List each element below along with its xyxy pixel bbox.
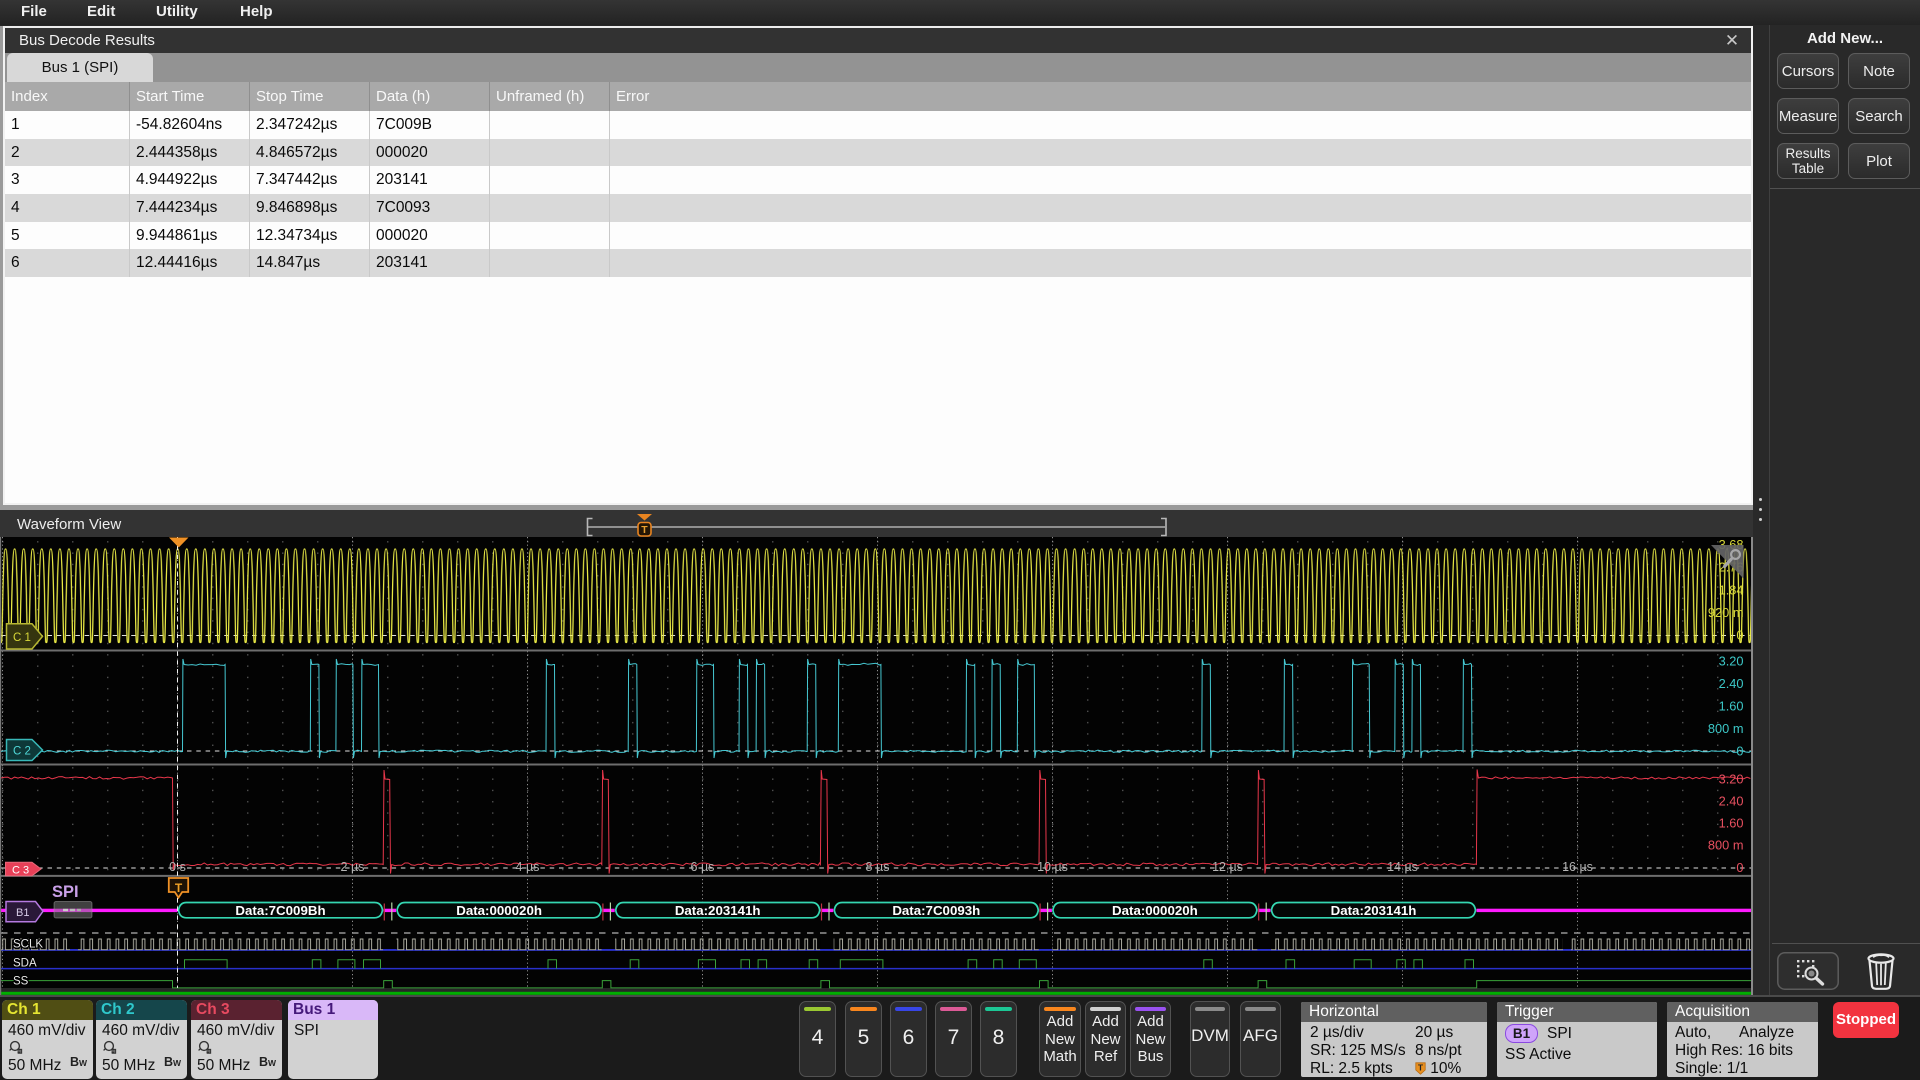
svg-text:1.84: 1.84 (1719, 582, 1744, 597)
svg-text:Data:000020h: Data:000020h (1112, 903, 1198, 918)
svg-text:14 µs: 14 µs (1387, 860, 1418, 874)
svg-text:6 µs: 6 µs (691, 860, 715, 874)
svg-text:T: T (175, 881, 183, 895)
svg-text:Data:000020h: Data:000020h (456, 903, 542, 918)
svg-text:800 m: 800 m (1708, 721, 1744, 736)
svg-text:T: T (1418, 1063, 1424, 1073)
svg-text:4 µs: 4 µs (516, 860, 540, 874)
svg-text:C 1: C 1 (13, 632, 31, 644)
svg-text:800 m: 800 m (1708, 837, 1744, 852)
svg-text:0: 0 (1736, 860, 1743, 875)
svg-text:10 µs: 10 µs (1037, 860, 1068, 874)
svg-text:SCLK: SCLK (13, 939, 43, 951)
svg-text:3.20: 3.20 (1719, 771, 1744, 786)
svg-text:C 2: C 2 (13, 746, 31, 758)
svg-text:T: T (641, 524, 648, 536)
svg-text:12 µs: 12 µs (1212, 860, 1243, 874)
svg-text:0: 0 (1736, 743, 1743, 758)
svg-text:SPI: SPI (52, 883, 79, 901)
svg-text:8 µs: 8 µs (866, 860, 890, 874)
svg-text:Data:7C0093h: Data:7C0093h (892, 903, 980, 918)
svg-text:1.60: 1.60 (1719, 698, 1744, 713)
svg-text:Data:7C009Bh: Data:7C009Bh (235, 903, 325, 918)
svg-text:Data:203141h: Data:203141h (1331, 903, 1417, 918)
svg-text:1.60: 1.60 (1719, 815, 1744, 830)
svg-text:Waveform View: Waveform View (17, 516, 121, 533)
svg-text:B1: B1 (16, 907, 29, 919)
svg-text:2.40: 2.40 (1719, 676, 1744, 691)
svg-text:16 µs: 16 µs (1562, 860, 1593, 874)
svg-text:C 3: C 3 (12, 864, 29, 876)
svg-text:2 µs: 2 µs (341, 860, 365, 874)
svg-text:3.20: 3.20 (1719, 653, 1744, 668)
svg-text:2.40: 2.40 (1719, 793, 1744, 808)
svg-text:0: 0 (1736, 628, 1743, 643)
svg-text:SDA: SDA (13, 958, 37, 970)
svg-text:920 m: 920 m (1708, 605, 1744, 620)
svg-text:0 s: 0 s (169, 860, 186, 874)
svg-text:Data:203141h: Data:203141h (675, 903, 761, 918)
svg-text:SS: SS (13, 976, 29, 988)
